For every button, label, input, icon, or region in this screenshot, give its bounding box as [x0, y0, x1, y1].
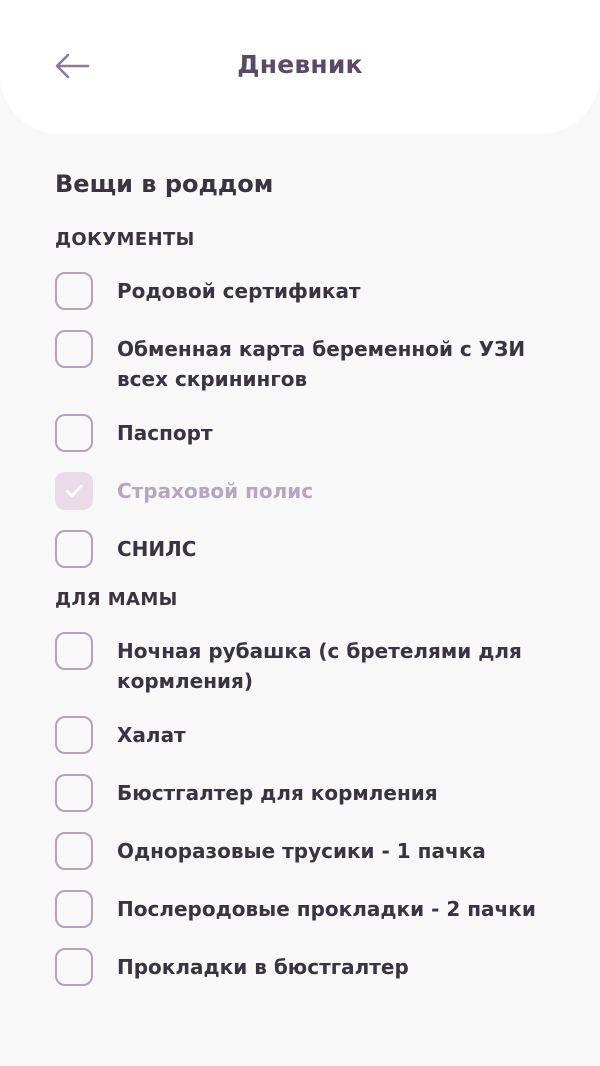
checkbox[interactable] — [55, 948, 93, 986]
checklist-item-label: Прокладки в бюстгалтер — [117, 955, 409, 979]
checkbox[interactable] — [55, 272, 93, 310]
group-for-mom: ДЛЯ МАМЫ Ночная рубашка (с бретелями для… — [55, 588, 555, 986]
checklist-item[interactable]: Обменная карта беременной с УЗИ всех скр… — [55, 330, 555, 394]
checklist-item[interactable]: СНИЛС — [55, 530, 555, 568]
checklist-item-label: СНИЛС — [117, 537, 197, 561]
checklist-item[interactable]: Паспорт — [55, 414, 555, 452]
checklist-item-label: Паспорт — [117, 421, 213, 445]
checkbox[interactable] — [55, 632, 93, 670]
group-title: ДЛЯ МАМЫ — [55, 589, 178, 610]
checkbox[interactable] — [55, 716, 93, 754]
checklist-item-label: Обменная карта беременной с УЗИ всех скр… — [117, 337, 526, 391]
group-items-list: Родовой сертификат Обменная карта беремен… — [55, 272, 555, 568]
checklist-item-label: Одноразовые трусики - 1 пачка — [117, 839, 486, 863]
checklist-item-label: Страховой полис — [117, 479, 314, 503]
checklist-item[interactable]: Послеродовые прокладки - 2 пачки — [55, 890, 555, 928]
check-icon — [65, 484, 83, 498]
checklist-item[interactable]: Одноразовые трусики - 1 пачка — [55, 832, 555, 870]
header-bar: Дневник — [0, 0, 600, 134]
checklist-item-label: Послеродовые прокладки - 2 пачки — [117, 897, 536, 921]
checklist-item-label: Бюстгалтер для кормления — [117, 781, 438, 805]
section-title: Вещи в роддом — [55, 170, 274, 198]
checklist-item-label: Ночная рубашка (с бретелями для кормлени… — [117, 639, 522, 693]
checkbox-checked[interactable] — [55, 472, 93, 510]
group-title: ДОКУМЕНТЫ — [55, 229, 195, 250]
group-documents: ДОКУМЕНТЫ Родовой сертификат Обменная кар… — [55, 228, 555, 568]
checklist-item[interactable]: Бюстгалтер для кормления — [55, 774, 555, 812]
checklist-item[interactable]: Родовой сертификат — [55, 272, 555, 310]
checklist-item[interactable]: Страховой полис — [55, 472, 555, 510]
checklist-item[interactable]: Прокладки в бюстгалтер — [55, 948, 555, 986]
page-title: Дневник — [237, 50, 363, 79]
checkbox[interactable] — [55, 832, 93, 870]
checklist-item-label: Родовой сертификат — [117, 279, 361, 303]
checklist-content: Вещи в роддом ДОКУМЕНТЫ Родовой сертифик… — [55, 160, 555, 1006]
checklist-item-label: Халат — [117, 723, 186, 747]
checklist-item[interactable]: Халат — [55, 716, 555, 754]
checkbox[interactable] — [55, 414, 93, 452]
checkbox[interactable] — [55, 530, 93, 568]
checkbox[interactable] — [55, 330, 93, 368]
checkbox[interactable] — [55, 890, 93, 928]
checklist-item[interactable]: Ночная рубашка (с бретелями для кормлени… — [55, 632, 555, 696]
group-items-list: Ночная рубашка (с бретелями для кормлени… — [55, 632, 555, 986]
checkbox[interactable] — [55, 774, 93, 812]
